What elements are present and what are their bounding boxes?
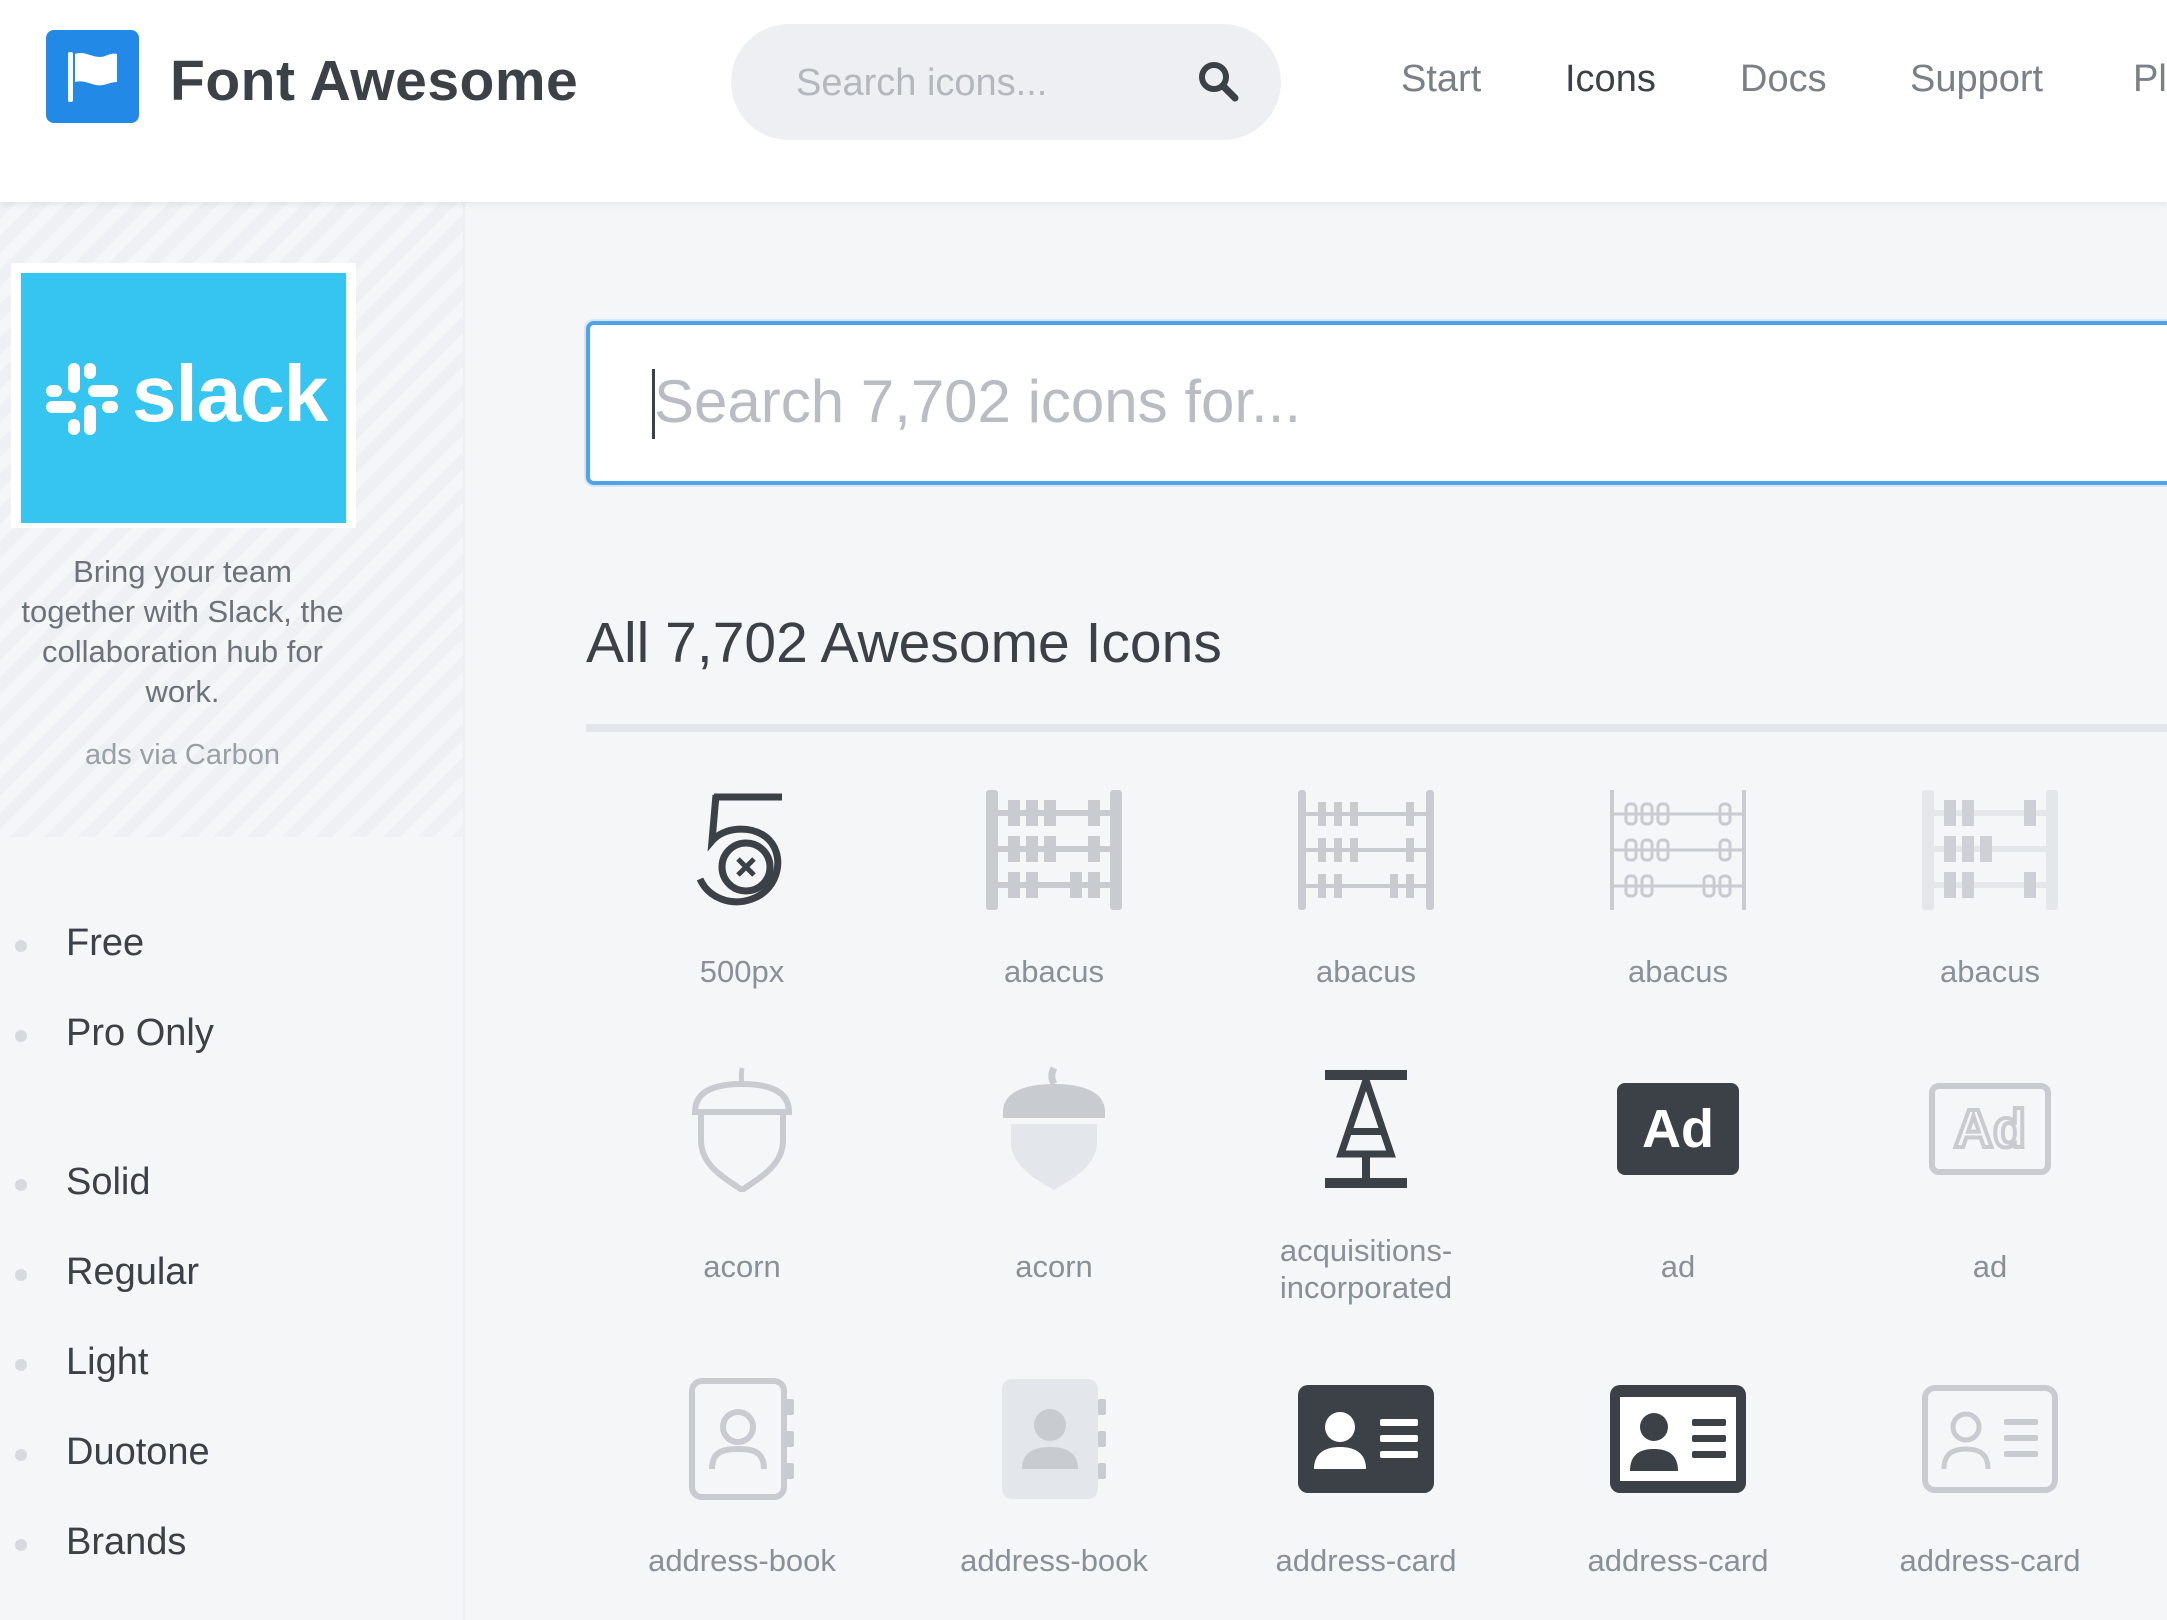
address-book-icon	[898, 1374, 1210, 1504]
address-book-icon	[586, 1374, 898, 1504]
sidebar: slack Bring your team together with Slac…	[0, 202, 465, 1620]
500px-icon	[586, 785, 898, 915]
icon-label: address-book	[648, 1543, 836, 1578]
filter-dot	[15, 1539, 27, 1551]
icon-tile-500px[interactable]: 500px	[586, 775, 898, 995]
icon-label: acorn	[1015, 1249, 1093, 1284]
icon-tile-ad[interactable]: Ad ad	[1834, 1060, 2146, 1310]
slack-wordmark: slack	[132, 349, 328, 438]
filter-dot	[15, 1359, 27, 1371]
address-card-icon	[1834, 1374, 2146, 1504]
filter-dot	[15, 1030, 27, 1042]
filter-dot	[15, 1269, 27, 1281]
icon-label: abacus	[1628, 954, 1728, 989]
ad-text[interactable]: Bring your team together with Slack, the…	[20, 552, 345, 712]
address-card-icon	[1522, 1374, 1834, 1504]
filter-dot	[15, 940, 27, 952]
filter-regular[interactable]: Regular	[66, 1251, 199, 1294]
heading-divider	[586, 724, 2167, 732]
filter-free[interactable]: Free	[66, 922, 144, 965]
nav-start[interactable]: Start	[1401, 58, 1481, 101]
icon-search-placeholder: Search 7,702 icons for...	[654, 368, 1302, 435]
icon-label: acquisitions-incorporated	[1279, 1233, 1453, 1305]
icon-label: abacus	[1004, 954, 1104, 989]
brand-name[interactable]: Font Awesome	[170, 48, 578, 114]
icon-label: ad	[1972, 1249, 2008, 1284]
icon-tile-address-book[interactable]: address-book	[898, 1370, 1210, 1590]
icon-label: 500px	[699, 954, 785, 989]
acquisitions-incorporated-icon	[1210, 1064, 1522, 1194]
filter-brands[interactable]: Brands	[66, 1521, 186, 1564]
icon-tile-address-book[interactable]: address-book	[586, 1370, 898, 1590]
icon-label: address-card	[1587, 1543, 1769, 1578]
icon-label: address-card	[1275, 1543, 1457, 1578]
icon-tile-acorn[interactable]: acorn	[898, 1060, 1210, 1310]
icon-label: ad	[1660, 1249, 1696, 1284]
icon-label: abacus	[1940, 954, 2040, 989]
abacus-icon	[1834, 785, 2146, 915]
filter-dot	[15, 1179, 27, 1191]
acorn-icon	[898, 1064, 1210, 1194]
ad-icon: Ad	[1834, 1064, 2146, 1194]
header-search-input[interactable]: Search icons...	[731, 24, 1281, 140]
slack-logo-icon	[46, 363, 118, 435]
abacus-icon	[898, 785, 1210, 915]
nav-icons[interactable]: Icons	[1565, 58, 1656, 101]
acorn-icon	[586, 1064, 898, 1194]
ad-via-link[interactable]: ads via Carbon	[20, 739, 345, 772]
filter-pro-only[interactable]: Pro Only	[66, 1012, 214, 1055]
svg-text:Ad: Ad	[1954, 1099, 2026, 1159]
svg-text:Ad: Ad	[1642, 1099, 1714, 1159]
icon-tile-address-card[interactable]: address-card	[1210, 1370, 1522, 1590]
filter-light[interactable]: Light	[66, 1341, 148, 1384]
icon-label: address-book	[960, 1543, 1148, 1578]
icon-label: address-card	[1899, 1543, 2081, 1578]
address-card-icon	[1210, 1374, 1522, 1504]
nav-docs[interactable]: Docs	[1740, 58, 1827, 101]
slack-ad-image[interactable]: slack	[21, 273, 346, 523]
filter-dot	[15, 1449, 27, 1461]
icon-tile-abacus[interactable]: abacus	[898, 775, 1210, 995]
abacus-icon	[1210, 785, 1522, 915]
filter-duotone[interactable]: Duotone	[66, 1431, 210, 1474]
carbon-ad: slack Bring your team together with Slac…	[0, 202, 463, 837]
nav-support[interactable]: Support	[1910, 58, 2043, 101]
icon-tile-address-card[interactable]: address-card	[1834, 1370, 2146, 1590]
icon-search-input[interactable]: Search 7,702 icons for...	[586, 321, 2167, 485]
icon-tile-ad[interactable]: Ad ad	[1522, 1060, 1834, 1310]
nav-plans[interactable]: Pl	[2133, 58, 2167, 101]
icon-tile-abacus[interactable]: abacus	[1834, 775, 2146, 995]
abacus-icon	[1522, 785, 1834, 915]
icon-tile-acquisitions-incorporated[interactable]: acquisitions-incorporated	[1210, 1060, 1522, 1310]
icon-tile-acorn[interactable]: acorn	[586, 1060, 898, 1310]
icon-label: acorn	[703, 1249, 781, 1284]
icon-tile-address-card[interactable]: address-card	[1522, 1370, 1834, 1590]
header-search-placeholder: Search icons...	[796, 62, 1048, 104]
filter-solid[interactable]: Solid	[66, 1161, 151, 1204]
ad-icon: Ad	[1522, 1064, 1834, 1194]
flag-logo-icon[interactable]	[46, 30, 139, 123]
results-heading: All 7,702 Awesome Icons	[586, 611, 1222, 675]
site-header: Font Awesome Search icons... Start Icons…	[0, 0, 2167, 202]
search-icon[interactable]	[1197, 60, 1239, 107]
ad-image-frame[interactable]: slack	[11, 263, 356, 528]
icon-label: abacus	[1316, 954, 1416, 989]
icon-tile-abacus[interactable]: abacus	[1522, 775, 1834, 995]
icon-tile-abacus[interactable]: abacus	[1210, 775, 1522, 995]
